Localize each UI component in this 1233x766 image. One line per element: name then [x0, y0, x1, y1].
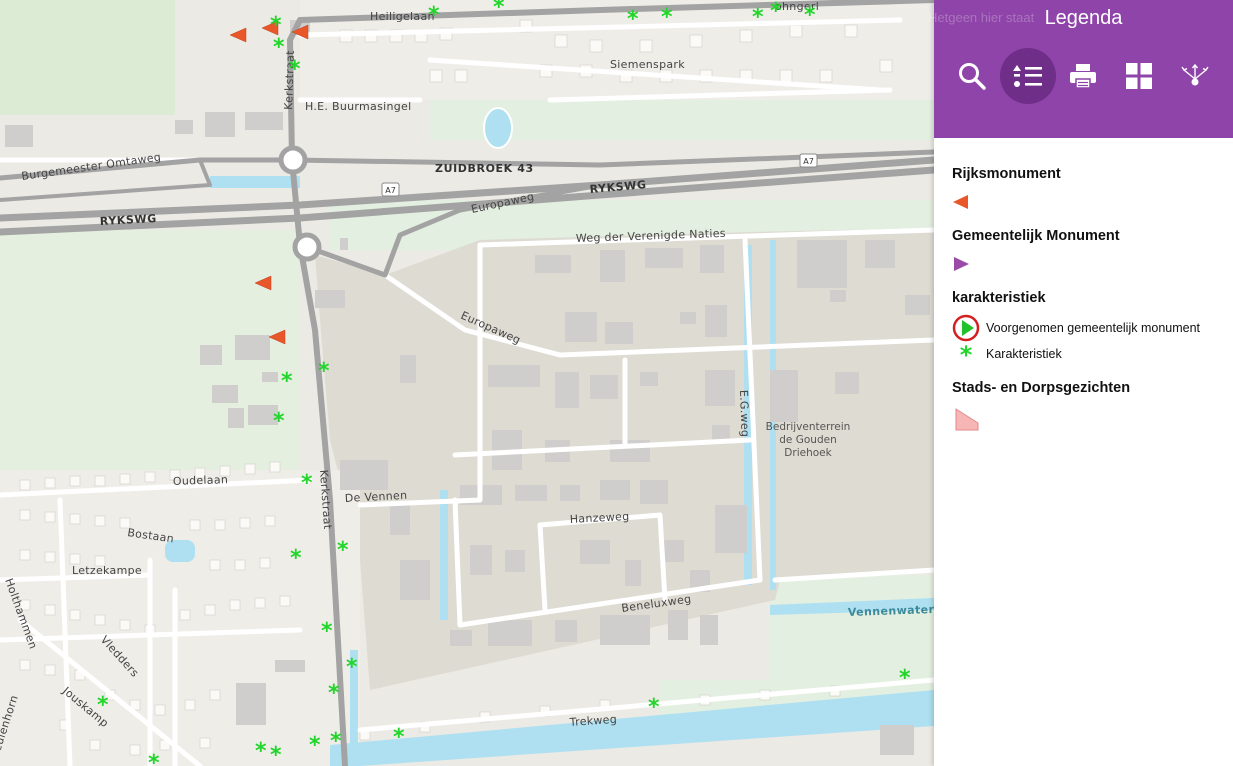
legend-item-label: Voorgenomen gemeentelijk monument — [986, 321, 1201, 335]
legend-list-icon — [1012, 65, 1042, 87]
print-button[interactable] — [1056, 48, 1112, 104]
panel-header: Hetgeen hier staat Legenda — [928, 0, 1233, 138]
legend-item: * Karakteristiek — [952, 342, 1215, 366]
svg-text:*: * — [273, 35, 285, 60]
orange-triangle-icon — [953, 195, 968, 209]
legend-body: Rijksmonument Gemeentelijk Monument kara… — [934, 138, 1233, 434]
svg-text:*: * — [804, 3, 816, 28]
svg-text:*: * — [960, 343, 973, 365]
roundabout — [278, 145, 308, 175]
legend-group-title: Stads- en Dorpsgezichten — [952, 380, 1131, 396]
svg-text:*: * — [309, 733, 321, 758]
label-siemenspark: Siemenspark — [610, 58, 685, 71]
label-letzekampe: Letzekampe — [72, 564, 142, 577]
pink-polygon-icon — [955, 408, 979, 431]
svg-text:*: * — [328, 681, 340, 706]
a7-shield: A7 — [799, 153, 818, 168]
label-oudelaan: Oudelaan — [173, 473, 229, 488]
legend-group-title: karakteristiek — [952, 290, 1046, 306]
svg-text:*: * — [899, 666, 911, 691]
svg-text:*: * — [255, 739, 267, 764]
legend-group-gemeentelijk-monument: Gemeentelijk Monument — [952, 228, 1215, 276]
label-egweg: E.G.weg — [737, 390, 752, 438]
svg-text:*: * — [346, 655, 358, 680]
share-icon — [1181, 63, 1209, 86]
svg-text:*: * — [270, 743, 282, 766]
svg-text:*: * — [301, 471, 313, 496]
ditch-water — [440, 490, 448, 620]
basemap-grid-icon — [1126, 63, 1153, 89]
green-asterisk-icon: * — [960, 343, 973, 365]
legend-group-title: Rijksmonument — [952, 166, 1061, 182]
svg-text:*: * — [752, 5, 764, 30]
svg-text:*: * — [648, 695, 660, 720]
svg-text:A7: A7 — [803, 157, 814, 166]
label-heiligelaan: Heiligelaan — [370, 10, 435, 23]
label-bedrijventerrein: Bedrijventerrein — [766, 421, 851, 433]
print-icon — [1070, 64, 1097, 89]
legend-item — [952, 190, 1215, 214]
svg-text:*: * — [318, 359, 330, 384]
legend-group-karakteristiek: karakteristiek Voorgenomen gemeentelijk … — [952, 290, 1215, 366]
svg-text:*: * — [627, 7, 639, 32]
share-button[interactable] — [1167, 48, 1223, 104]
legend-item-label: Karakteristiek — [986, 347, 1062, 361]
svg-text:*: * — [428, 3, 440, 28]
ditch-water — [210, 176, 300, 188]
panel-title: Legenda — [1044, 7, 1123, 29]
basemap-button[interactable] — [1111, 48, 1167, 104]
svg-text:*: * — [661, 5, 673, 30]
legend-item — [952, 404, 1215, 434]
label-bedrijventerrein: de Gouden — [779, 434, 836, 446]
svg-text:*: * — [289, 57, 301, 82]
label-zuidbroek43: ZUIDBROEK 43 — [435, 162, 534, 175]
svg-text:*: * — [97, 693, 109, 718]
legend-item — [952, 252, 1215, 276]
roundabout — [292, 232, 322, 262]
map-view[interactable]: A7 A7 Heiligelaan Siemenspark ohngerl Ke… — [0, 0, 934, 766]
svg-text:*: * — [330, 729, 342, 754]
svg-text:*: * — [321, 619, 333, 644]
svg-text:*: * — [148, 751, 160, 766]
svg-text:*: * — [273, 409, 285, 434]
green-play-circle-icon — [952, 314, 980, 342]
search-button[interactable] — [944, 48, 1000, 104]
legend-group-rijksmonument: Rijksmonument — [952, 166, 1215, 214]
label-buurmasingel: H.E. Buurmasingel — [305, 100, 411, 113]
legend-group-stads-dorpsgezichten: Stads- en Dorpsgezichten — [952, 380, 1215, 434]
legend-button[interactable] — [999, 48, 1056, 104]
purple-triangle-icon — [954, 257, 969, 271]
legend-panel: Hetgeen hier staat Legenda Rijksmonument… — [928, 0, 1233, 766]
svg-text:*: * — [337, 538, 349, 563]
svg-text:*: * — [281, 369, 293, 394]
svg-text:*: * — [290, 546, 302, 571]
legend-group-title: Gemeentelijk Monument — [952, 228, 1120, 244]
legend-item: Voorgenomen gemeentelijk monument — [952, 314, 1215, 342]
search-icon — [958, 63, 986, 90]
svg-text:*: * — [393, 725, 405, 750]
label-bedrijventerrein: Driehoek — [784, 447, 832, 459]
svg-text:*: * — [770, 0, 782, 24]
svg-text:A7: A7 — [385, 186, 396, 195]
panel-toolbar — [944, 48, 1223, 104]
green-area — [0, 0, 175, 115]
pond-water — [483, 107, 513, 149]
a7-shield: A7 — [381, 182, 400, 197]
map-canvas[interactable]: A7 A7 Heiligelaan Siemenspark ohngerl Ke… — [0, 0, 934, 766]
svg-text:*: * — [493, 0, 505, 20]
